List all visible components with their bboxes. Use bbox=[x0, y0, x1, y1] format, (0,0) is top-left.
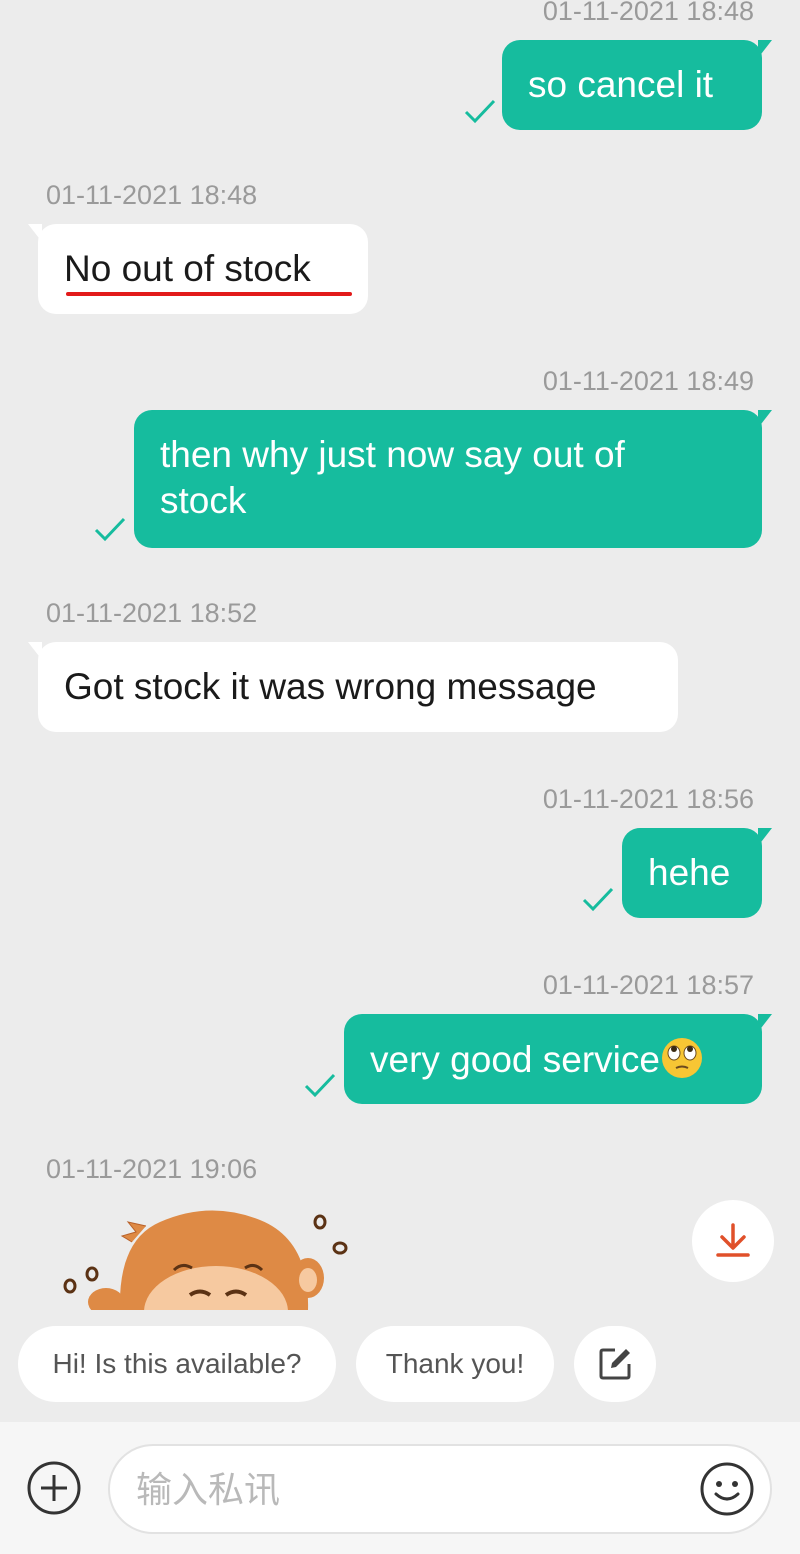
download-button[interactable] bbox=[692, 1200, 774, 1282]
outgoing-message[interactable]: hehe bbox=[622, 828, 772, 918]
monkey-sticker[interactable] bbox=[40, 1200, 380, 1310]
message-timestamp: 01-11-2021 18:56 bbox=[542, 784, 754, 814]
message-timestamp: 01-11-2021 18:49 bbox=[542, 366, 754, 396]
incoming-message[interactable]: No out of stock bbox=[28, 224, 368, 314]
quick-reply-chip[interactable]: Thank you! bbox=[356, 1326, 554, 1402]
message-input[interactable] bbox=[136, 1460, 676, 1520]
message-text-line: stock bbox=[160, 480, 247, 521]
read-check-icon bbox=[582, 887, 614, 912]
rolling-eyes-emoji-icon bbox=[661, 1038, 702, 1078]
incoming-message[interactable]: Got stock it was wrong message bbox=[28, 642, 678, 732]
edit-icon bbox=[599, 1348, 631, 1380]
read-check-icon bbox=[94, 517, 126, 542]
chat-thread: 01-11-2021 18:48 so cancel it 01-11-2021… bbox=[0, 0, 800, 1310]
quick-reply-chip[interactable]: Hi! Is this available? bbox=[18, 1326, 336, 1402]
highlight-underline bbox=[66, 292, 352, 296]
read-check-icon bbox=[304, 1073, 336, 1098]
message-timestamp: 01-11-2021 18:48 bbox=[542, 0, 754, 26]
smiley-icon[interactable] bbox=[698, 1460, 756, 1518]
download-icon bbox=[716, 1223, 750, 1257]
message-timestamp: 01-11-2021 19:06 bbox=[46, 1154, 258, 1184]
edit-quick-replies-button[interactable] bbox=[574, 1326, 656, 1402]
outgoing-message[interactable]: very good service bbox=[344, 1014, 772, 1104]
message-text: No out of stock bbox=[64, 248, 311, 289]
message-timestamp: 01-11-2021 18:48 bbox=[46, 180, 258, 210]
message-text: very good service bbox=[370, 1039, 660, 1080]
plus-icon[interactable] bbox=[26, 1460, 82, 1516]
message-text: hehe bbox=[648, 852, 731, 893]
read-check-icon bbox=[464, 99, 496, 124]
message-timestamp: 01-11-2021 18:52 bbox=[46, 598, 258, 628]
composer-bar bbox=[0, 1422, 800, 1554]
message-text: so cancel it bbox=[528, 64, 714, 105]
message-text-line: then why just now say out of bbox=[160, 434, 625, 475]
message-text: Got stock it was wrong message bbox=[64, 666, 597, 707]
outgoing-message[interactable]: then why just now say out of stock bbox=[134, 410, 772, 548]
outgoing-message[interactable]: so cancel it bbox=[502, 40, 772, 130]
message-timestamp: 01-11-2021 18:57 bbox=[542, 970, 754, 1000]
message-input-wrapper bbox=[108, 1444, 772, 1534]
